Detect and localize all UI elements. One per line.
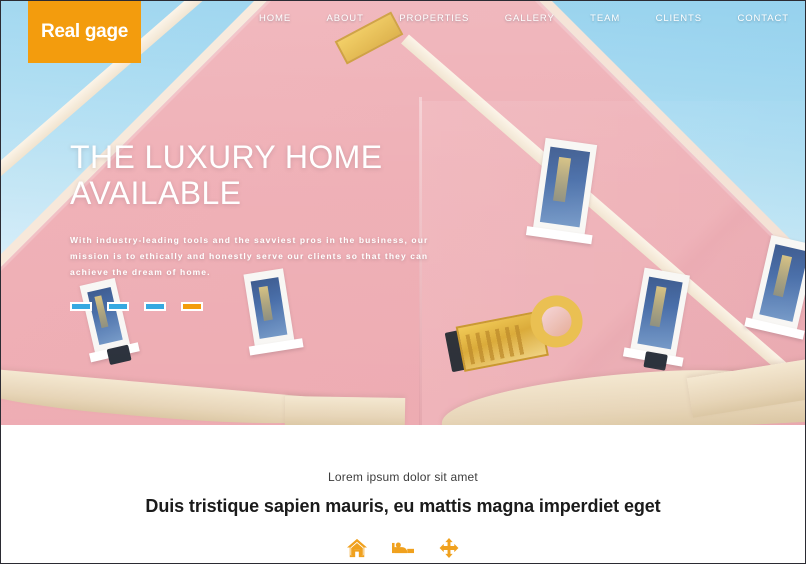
slider-indicator-3[interactable] xyxy=(144,302,166,311)
section-subtitle: Lorem ipsum dolor sit amet xyxy=(328,470,478,484)
hero-banner: THE LUXURY HOME AVAILABLE With industry-… xyxy=(1,1,805,425)
nav-item-gallery[interactable]: GALLERY xyxy=(505,13,555,24)
slider-indicator-2[interactable] xyxy=(107,302,129,311)
site-logo[interactable]: Real gage xyxy=(28,1,141,63)
window-pane xyxy=(539,146,591,228)
nav-item-clients[interactable]: CLIENTS xyxy=(656,13,702,24)
arrows-move-icon[interactable] xyxy=(438,537,460,559)
home-icon[interactable] xyxy=(346,537,368,559)
slider-indicator-1[interactable] xyxy=(70,302,92,311)
hero-copy: THE LUXURY HOME AVAILABLE With industry-… xyxy=(70,139,470,311)
nav-item-about[interactable]: ABOUT xyxy=(327,13,364,24)
service-icon-row xyxy=(1,537,805,559)
balcony-awning xyxy=(284,395,406,425)
slider-indicators xyxy=(70,302,470,311)
hero-title: THE LUXURY HOME AVAILABLE xyxy=(70,139,470,211)
window-pane xyxy=(637,276,683,350)
slider-indicator-4[interactable] xyxy=(181,302,203,311)
nav-item-team[interactable]: TEAM xyxy=(590,13,620,24)
nav-item-properties[interactable]: PROPERTIES xyxy=(399,13,469,24)
section-title: Duis tristique sapien mauris, eu mattis … xyxy=(145,496,661,516)
bed-icon[interactable] xyxy=(392,537,414,559)
nav-item-home[interactable]: HOME xyxy=(259,13,291,24)
main-navigation: HOME ABOUT PROPERTIES GALLERY TEAM CLIEN… xyxy=(259,13,789,24)
site-header: Real gage HOME ABOUT PROPERTIES GALLERY … xyxy=(1,1,805,63)
page-root: THE LUXURY HOME AVAILABLE With industry-… xyxy=(0,0,806,564)
hero-title-line-2: AVAILABLE xyxy=(70,175,242,211)
site-logo-text: Real gage xyxy=(40,21,129,42)
hero-description: With industry-leading tools and the savv… xyxy=(70,235,429,277)
key-teeth xyxy=(465,324,527,365)
intro-section: Lorem ipsum dolor sit amet Duis tristiqu… xyxy=(1,425,805,563)
nav-item-contact[interactable]: CONTACT xyxy=(737,13,789,24)
window-pane xyxy=(759,244,805,322)
hero-title-line-1: THE LUXURY HOME xyxy=(70,139,383,175)
